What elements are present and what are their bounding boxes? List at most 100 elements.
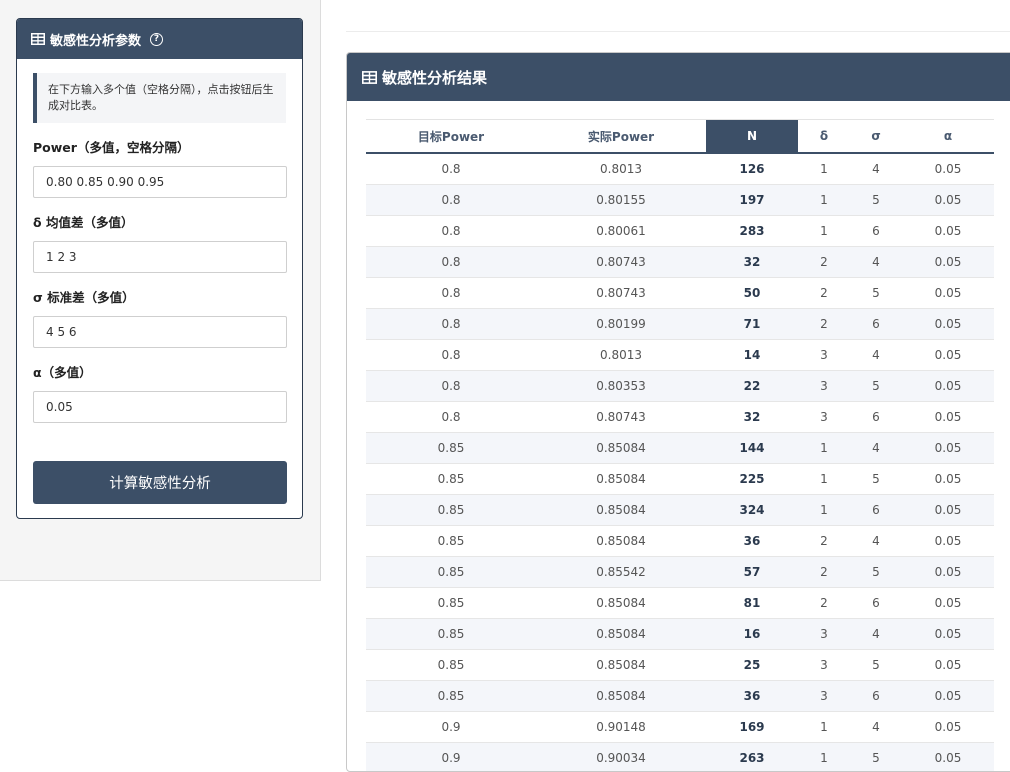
alpha-input[interactable]: [33, 391, 287, 423]
table-cell: 0.05: [902, 278, 994, 309]
power-input[interactable]: [33, 166, 287, 198]
table-cell: 4: [850, 619, 902, 650]
table-cell: 0.05: [902, 650, 994, 681]
table-cell: 0.05: [902, 712, 994, 743]
table-icon: [31, 33, 45, 45]
table-cell: 144: [706, 433, 798, 464]
table-cell: 1: [798, 216, 850, 247]
table-cell: 0.85084: [536, 526, 706, 557]
help-icon[interactable]: ?: [150, 33, 163, 46]
column-header[interactable]: 目标Power: [366, 120, 536, 154]
table-cell: 324: [706, 495, 798, 526]
table-cell: 263: [706, 743, 798, 772]
table-cell: 0.80353: [536, 371, 706, 402]
table-cell: 0.05: [902, 371, 994, 402]
table-cell: 0.05: [902, 216, 994, 247]
table-cell: 0.85: [366, 650, 536, 681]
table-cell: 0.9: [366, 743, 536, 772]
calculate-button[interactable]: 计算敏感性分析: [33, 461, 287, 504]
table-cell: 0.05: [902, 185, 994, 216]
table-cell: 0.80061: [536, 216, 706, 247]
table-cell: 1: [798, 495, 850, 526]
table-cell: 0.8: [366, 309, 536, 340]
table-cell: 0.8: [366, 247, 536, 278]
column-header[interactable]: N: [706, 120, 798, 154]
table-row: 0.80.8074350250.05: [366, 278, 994, 309]
table-cell: 14: [706, 340, 798, 371]
table-cell: 57: [706, 557, 798, 588]
table-cell: 0.90148: [536, 712, 706, 743]
table-cell: 3: [798, 402, 850, 433]
table-cell: 0.8013: [536, 153, 706, 185]
table-cell: 0.85: [366, 495, 536, 526]
params-card-header: 敏感性分析参数 ?: [17, 19, 302, 59]
results-table-wrap: 目标Power实际PowerNδσα 0.80.8013126140.050.8…: [366, 119, 994, 772]
info-box: 在下方输入多个值（空格分隔），点击按钮后生成对比表。: [33, 73, 286, 123]
table-cell: 1: [798, 433, 850, 464]
table-cell: 0.05: [902, 526, 994, 557]
table-cell: 2: [798, 278, 850, 309]
table-cell: 225: [706, 464, 798, 495]
table-cell: 0.90034: [536, 743, 706, 772]
table-cell: 5: [850, 464, 902, 495]
table-cell: 4: [850, 526, 902, 557]
table-row: 0.850.8508425350.05: [366, 650, 994, 681]
table-cell: 0.85: [366, 681, 536, 712]
table-cell: 4: [850, 340, 902, 371]
table-cell: 0.85542: [536, 557, 706, 588]
table-row: 0.850.8508436360.05: [366, 681, 994, 712]
table-row: 0.850.8508436240.05: [366, 526, 994, 557]
table-cell: 36: [706, 526, 798, 557]
column-header[interactable]: σ: [850, 120, 902, 154]
table-row: 0.80.8074332240.05: [366, 247, 994, 278]
table-cell: 1: [798, 464, 850, 495]
table-cell: 0.85084: [536, 650, 706, 681]
table-cell: 6: [850, 216, 902, 247]
sigma-input[interactable]: [33, 316, 287, 348]
table-row: 0.80.8013126140.05: [366, 153, 994, 185]
table-cell: 1: [798, 185, 850, 216]
table-cell: 2: [798, 557, 850, 588]
table-cell: 0.8: [366, 185, 536, 216]
table-row: 0.80.80155197150.05: [366, 185, 994, 216]
table-cell: 5: [850, 185, 902, 216]
table-cell: 0.85084: [536, 681, 706, 712]
table-icon: [362, 71, 377, 84]
table-row: 0.850.85084225150.05: [366, 464, 994, 495]
table-cell: 5: [850, 557, 902, 588]
table-cell: 0.05: [902, 619, 994, 650]
table-cell: 0.85: [366, 433, 536, 464]
table-cell: 0.8: [366, 278, 536, 309]
table-cell: 169: [706, 712, 798, 743]
table-cell: 0.05: [902, 153, 994, 185]
delta-input[interactable]: [33, 241, 287, 273]
table-cell: 0.8013: [536, 340, 706, 371]
table-cell: 22: [706, 371, 798, 402]
table-cell: 32: [706, 402, 798, 433]
table-row: 0.850.85084144140.05: [366, 433, 994, 464]
table-cell: 0.85084: [536, 495, 706, 526]
table-cell: 0.05: [902, 743, 994, 772]
table-cell: 0.8: [366, 402, 536, 433]
table-cell: 0.85: [366, 464, 536, 495]
table-cell: 3: [798, 371, 850, 402]
results-table: 目标Power实际PowerNδσα 0.80.8013126140.050.8…: [366, 119, 994, 772]
table-row: 0.80.80061283160.05: [366, 216, 994, 247]
table-row: 0.850.8508416340.05: [366, 619, 994, 650]
table-cell: 0.80743: [536, 278, 706, 309]
sigma-label: σ 标准差（多值）: [33, 287, 286, 306]
results-card: 敏感性分析结果 目标Power实际PowerNδσα 0.80.80131261…: [346, 52, 1010, 772]
column-header[interactable]: 实际Power: [536, 120, 706, 154]
table-cell: 0.8: [366, 340, 536, 371]
table-header-row: 目标Power实际PowerNδσα: [366, 120, 994, 154]
table-cell: 0.85: [366, 619, 536, 650]
table-body: 0.80.8013126140.050.80.80155197150.050.8…: [366, 153, 994, 772]
column-header[interactable]: α: [902, 120, 994, 154]
table-cell: 71: [706, 309, 798, 340]
table-cell: 3: [798, 650, 850, 681]
table-cell: 36: [706, 681, 798, 712]
column-header[interactable]: δ: [798, 120, 850, 154]
table-cell: 0.85084: [536, 619, 706, 650]
table-cell: 2: [798, 526, 850, 557]
table-cell: 2: [798, 247, 850, 278]
